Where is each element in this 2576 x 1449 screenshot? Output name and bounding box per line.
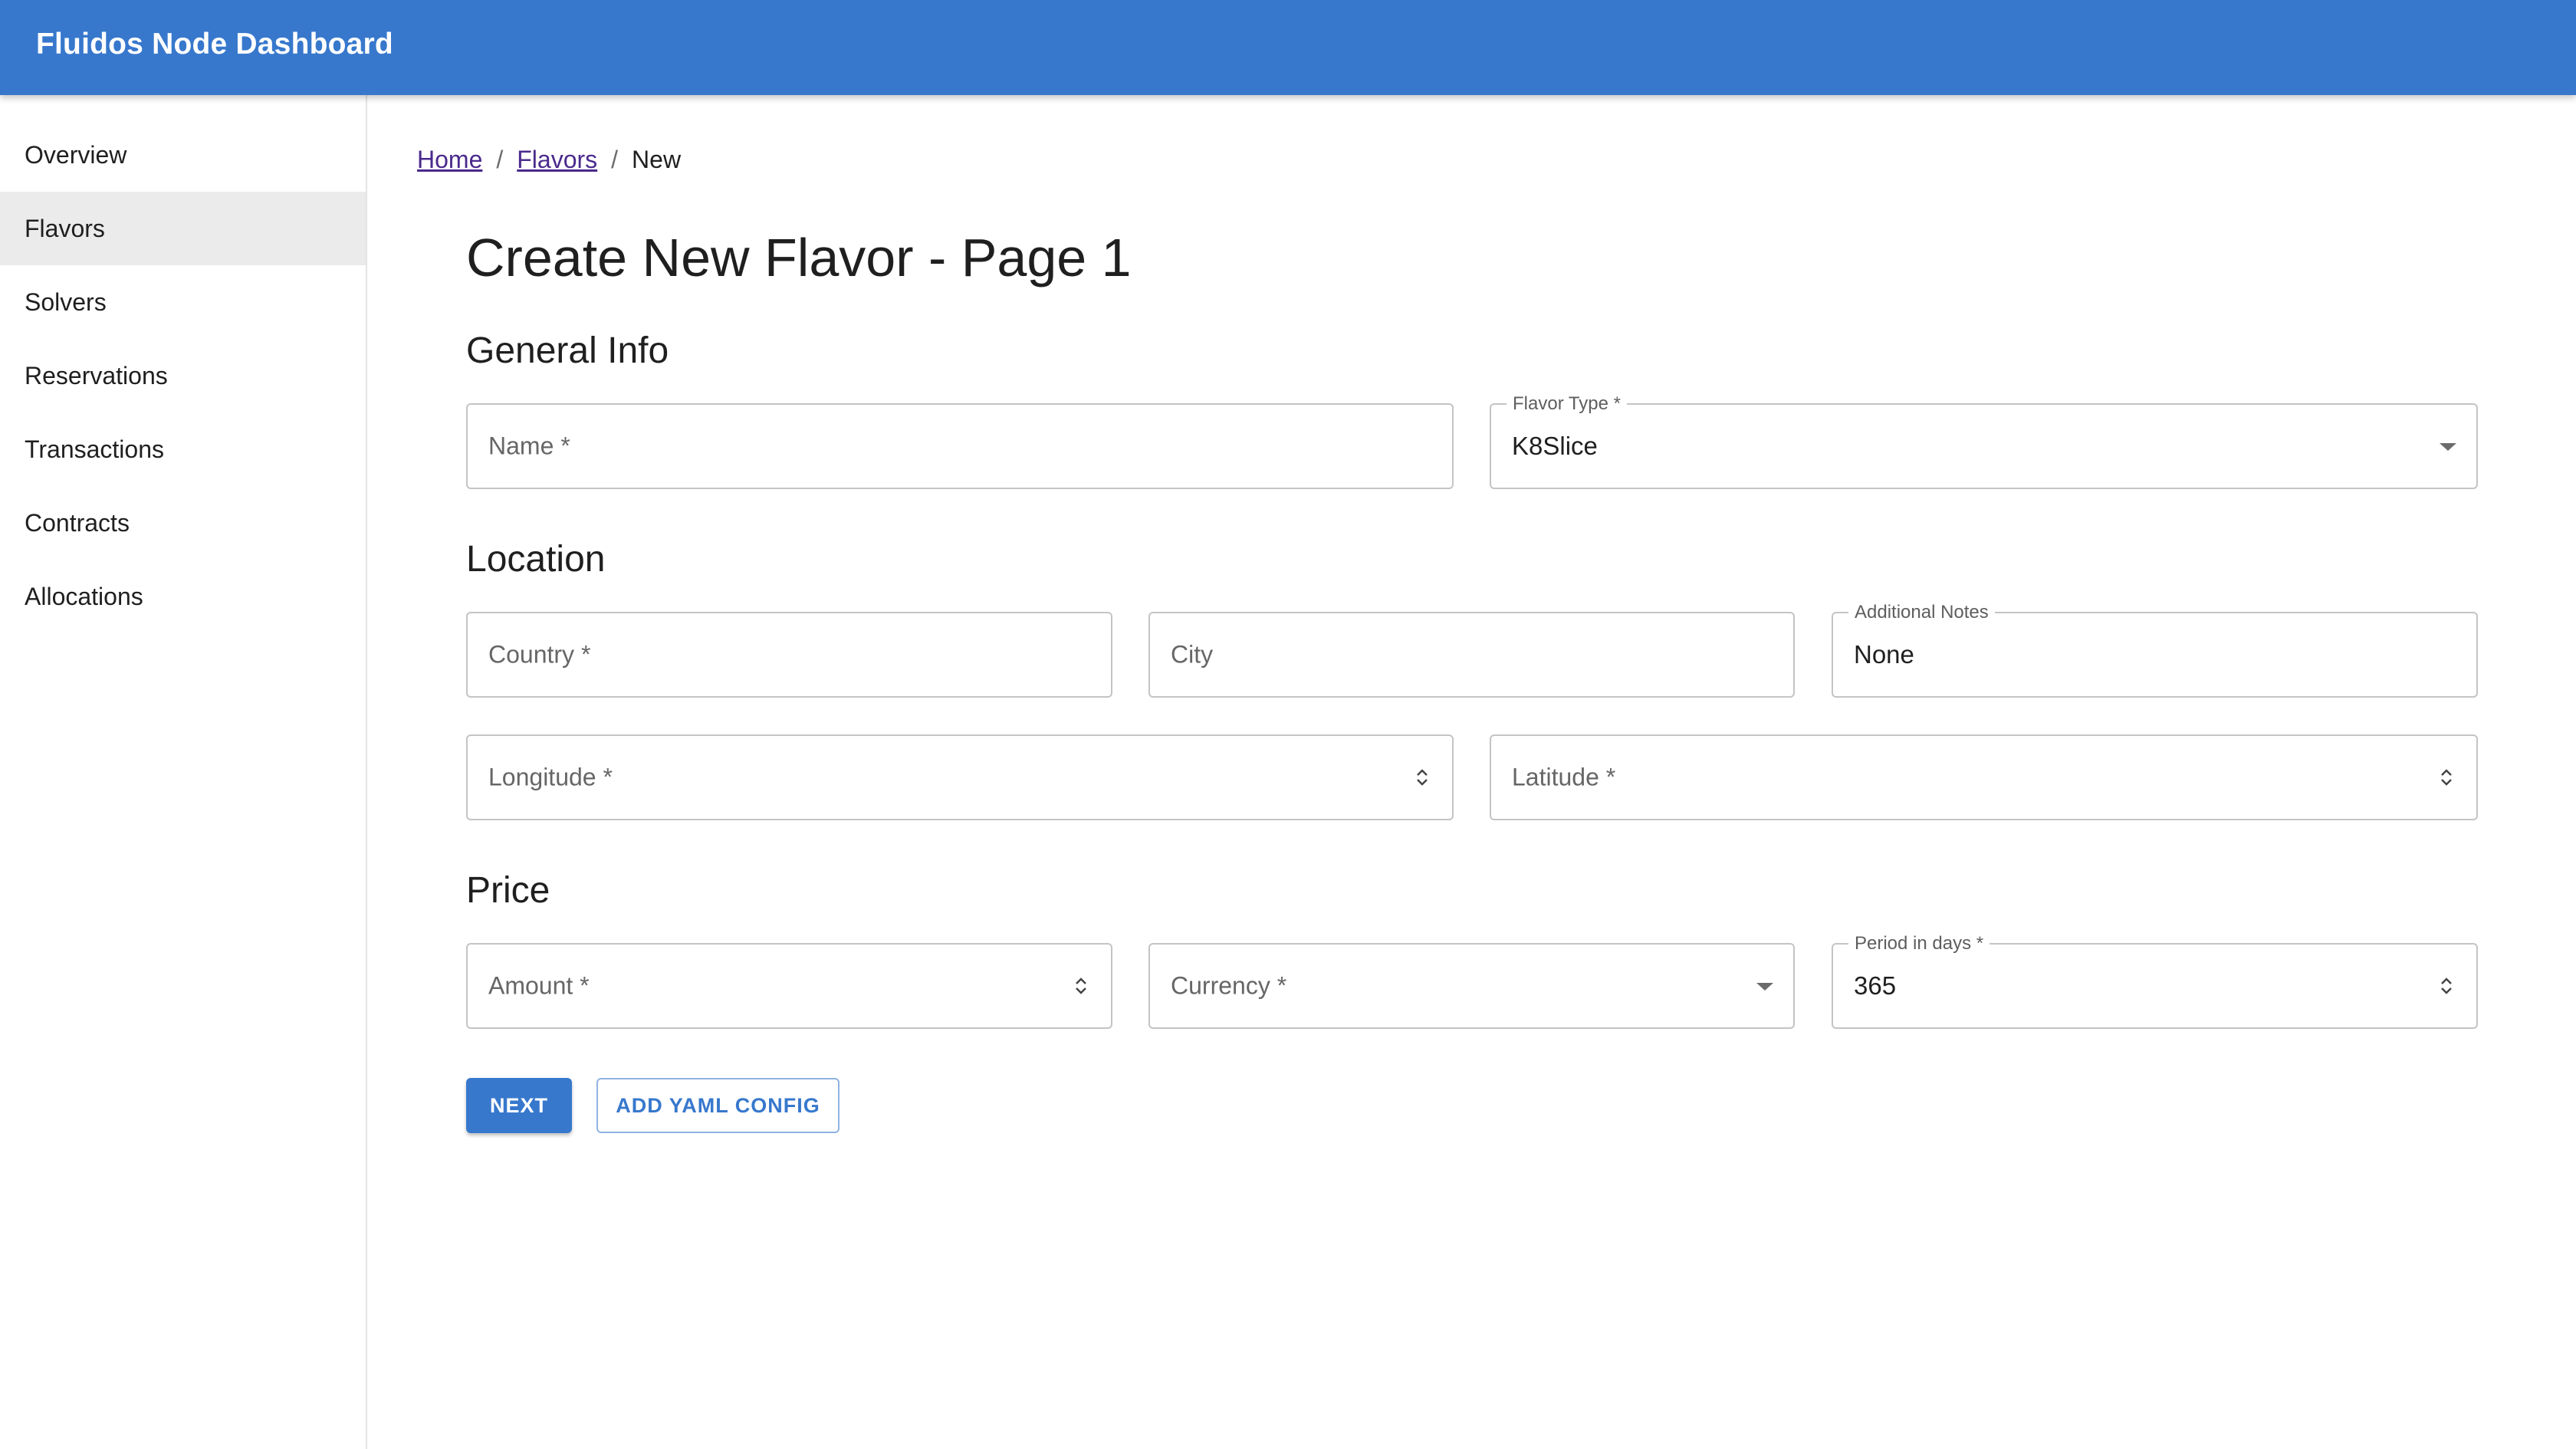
spinner-icon[interactable] (2438, 973, 2455, 999)
breadcrumb-separator: / (496, 146, 504, 173)
currency-placeholder: Currency * (1171, 971, 1287, 1000)
breadcrumb-current: New (632, 146, 682, 173)
add-yaml-config-button[interactable]: ADD YAML CONFIG (596, 1078, 840, 1133)
section-title-location: Location (466, 539, 606, 580)
section-title-general-info: General Info (466, 330, 669, 371)
sidebar-item-overview[interactable]: Overview (0, 118, 366, 192)
chevron-down-icon[interactable] (1756, 983, 1773, 991)
period-in-days-label: Period in days * (1848, 933, 1990, 955)
sidebar-item-reservations[interactable]: Reservations (0, 339, 366, 412)
amount-placeholder: Amount * (488, 971, 590, 1000)
additional-notes-field[interactable]: Additional Notes None (1832, 602, 2478, 698)
period-in-days-value: 365 (1854, 971, 1897, 1000)
name-placeholder: Name * (488, 432, 570, 460)
flavor-type-value: K8Slice (1512, 432, 1598, 460)
flavor-type-select[interactable]: Flavor Type * K8Slice (1490, 393, 2478, 489)
sidebar-item-allocations[interactable]: Allocations (0, 560, 366, 633)
spinner-icon[interactable] (1073, 973, 1089, 999)
latitude-field[interactable]: Latitude * (1490, 734, 2478, 820)
longitude-placeholder: Longitude * (488, 763, 613, 791)
app-title: Fluidos Node Dashboard (36, 28, 393, 61)
sidebar-item-contracts[interactable]: Contracts (0, 486, 366, 560)
period-in-days-field[interactable]: Period in days * 365 (1832, 933, 2478, 1029)
city-field[interactable]: City (1148, 612, 1795, 698)
spinner-icon[interactable] (1414, 764, 1431, 790)
page-title: Create New Flavor - Page 1 (466, 228, 1132, 288)
additional-notes-label: Additional Notes (1848, 602, 1995, 623)
sidebar-item-solvers[interactable]: Solvers (0, 265, 366, 339)
breadcrumb-home-link[interactable]: Home (417, 146, 482, 174)
flavor-type-label: Flavor Type * (1506, 393, 1627, 415)
currency-select[interactable]: Currency * (1148, 943, 1795, 1029)
breadcrumb-separator: / (611, 146, 619, 173)
sidebar-item-flavors[interactable]: Flavors (0, 192, 366, 265)
chevron-down-icon[interactable] (2440, 443, 2456, 451)
breadcrumb-flavors-link[interactable]: Flavors (517, 146, 597, 174)
app-bar: Fluidos Node Dashboard (0, 0, 2576, 95)
sidebar-item-transactions[interactable]: Transactions (0, 412, 366, 486)
additional-notes-value: None (1854, 640, 1914, 669)
next-button[interactable]: NEXT (466, 1078, 572, 1133)
latitude-placeholder: Latitude * (1512, 763, 1616, 791)
sidebar: Overview Flavors Solvers Reservations Tr… (0, 95, 367, 1449)
section-title-price: Price (466, 870, 550, 911)
spinner-icon[interactable] (2438, 764, 2455, 790)
country-field[interactable]: Country * (466, 612, 1112, 698)
amount-field[interactable]: Amount * (466, 943, 1112, 1029)
name-field[interactable]: Name * (466, 403, 1454, 489)
breadcrumb: Home / Flavors / New (417, 146, 681, 174)
longitude-field[interactable]: Longitude * (466, 734, 1454, 820)
city-placeholder: City (1171, 640, 1214, 669)
country-placeholder: Country * (488, 640, 591, 669)
